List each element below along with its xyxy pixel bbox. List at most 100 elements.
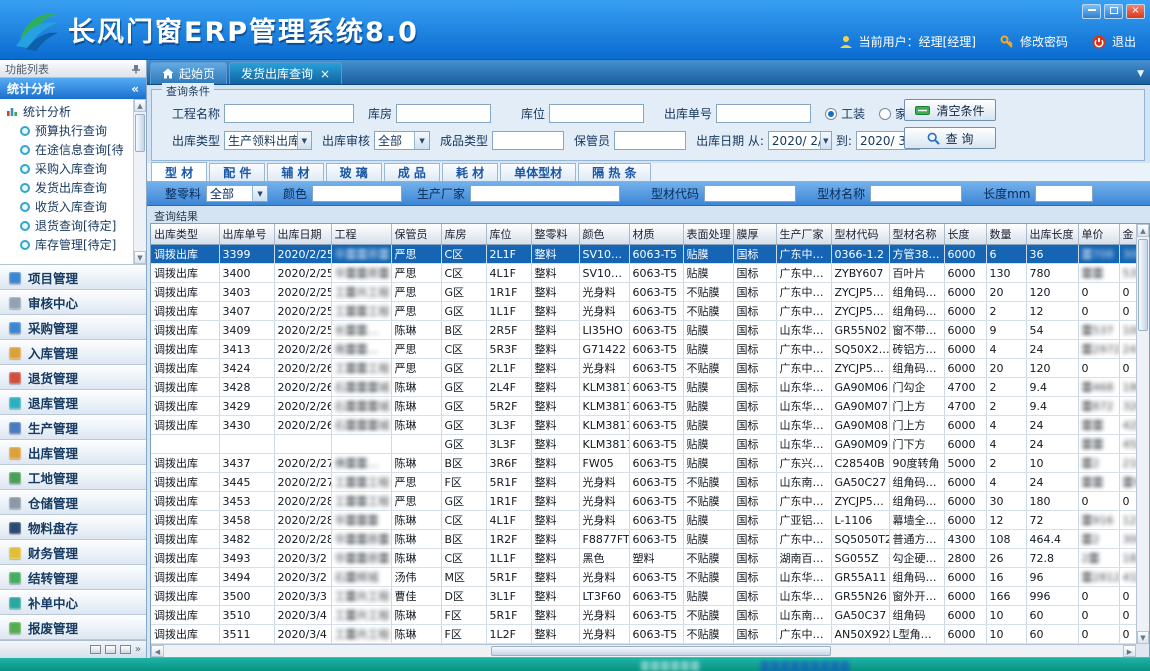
material-tab[interactable]: 耗 材: [442, 163, 498, 181]
column-header[interactable]: 材质: [629, 224, 683, 245]
sidebar-item-finance[interactable]: 财务管理: [0, 540, 146, 565]
column-header[interactable]: 膜厚: [733, 224, 776, 245]
column-header[interactable]: 颜色: [579, 224, 629, 245]
maximize-button[interactable]: [1104, 4, 1123, 19]
column-header[interactable]: 库位: [486, 224, 531, 245]
sidebar-item-audit[interactable]: 审核中心: [0, 290, 146, 315]
profile-code-input[interactable]: [704, 185, 796, 202]
sidebar-item-purchase[interactable]: 采购管理: [0, 315, 146, 340]
column-header[interactable]: 出库单号: [219, 224, 274, 245]
table-row[interactable]: 调拨出库34072020/2/25工〓〓工程严思G区1L1F整料光身料6063-…: [151, 302, 1149, 321]
tree-item[interactable]: 退货查询[待定]: [20, 216, 146, 235]
table-row[interactable]: 调拨出库34242020/2/26工〓〓工程严思G区2L1F整料光身料6063-…: [151, 359, 1149, 378]
panel-list-icon[interactable]: [105, 645, 116, 654]
table-row[interactable]: 调拨出库34032020/2/25工〓共工程严思G区1R1F整料光身料6063-…: [151, 283, 1149, 302]
date-from-select[interactable]: 2020/ 2/16▼: [768, 131, 832, 150]
table-row[interactable]: 调拨出库34582020/2/28华〓〓〓陈琳C区4L1F整料光身料6063-T…: [151, 511, 1149, 530]
tree-item[interactable]: 收货入库查询: [20, 197, 146, 216]
support-link[interactable]: 〓〓〓〓〓〓〓〓〓: [760, 658, 850, 671]
table-row[interactable]: 调拨出库34942020/3/2石〓辉城汤伟M区5R1F整料光身料6063-T5…: [151, 568, 1149, 587]
tree-root-item[interactable]: 统计分析: [6, 102, 146, 121]
sidebar-item-outbound[interactable]: 出库管理: [0, 440, 146, 465]
column-header[interactable]: 整零料: [531, 224, 579, 245]
column-header[interactable]: 表面处理: [683, 224, 733, 245]
sidebar-item-production[interactable]: 生产管理: [0, 415, 146, 440]
logout-link[interactable]: 退出: [1112, 33, 1136, 50]
close-button[interactable]: ×: [1126, 4, 1145, 19]
tab-close-icon[interactable]: ×: [320, 69, 330, 79]
order-no-input[interactable]: [716, 104, 811, 123]
table-row[interactable]: 调拨出库34532020/2/28工〓〓工程严思G区1R1F整料光身料6063-…: [151, 492, 1149, 511]
whole-part-select[interactable]: 全部▼: [206, 185, 268, 202]
tree-item[interactable]: 采购入库查询: [20, 159, 146, 178]
table-row[interactable]: 调拨出库34002020/2/25华〓〓原〓严思C区4L1F整料SV10…606…: [151, 264, 1149, 283]
table-row[interactable]: 调拨出库34932020/3/2华〓〓原〓陈琳C区1L1F整料黑色塑料不贴膜国标…: [151, 549, 1149, 568]
table-row[interactable]: 调拨出库33992020/2/25华〓〓原〓严思C区2L1F整料SV10…606…: [151, 245, 1149, 264]
tab-overflow-icon[interactable]: ▼: [1137, 69, 1144, 79]
tab-home[interactable]: 起始页: [150, 62, 227, 84]
table-row[interactable]: 调拨出库34452020/2/27工〓〓工程严思F区5R1F整料光身料6063-…: [151, 473, 1149, 492]
manufacturer-input[interactable]: [470, 185, 620, 202]
scroll-left-icon[interactable]: ◀: [151, 645, 164, 657]
tree-scrollbar[interactable]: ▲ ▼: [133, 99, 146, 264]
material-tab[interactable]: 型 材: [151, 162, 207, 181]
search-button[interactable]: 查 询: [904, 127, 996, 149]
material-tab[interactable]: 玻 璃: [326, 163, 382, 181]
more-options-icon[interactable]: »: [135, 644, 141, 655]
project-name-input[interactable]: [224, 104, 354, 123]
radio-gongzhuang[interactable]: 工装: [825, 105, 865, 122]
table-row[interactable]: 调拨出库35112020/3/4工〓共工程陈琳F区1L2F整料光身料6063-T…: [151, 625, 1149, 644]
clear-conditions-button[interactable]: 清空条件: [904, 99, 996, 121]
sidebar-item-inbound[interactable]: 入库管理: [0, 340, 146, 365]
column-header[interactable]: 生产厂家: [776, 224, 831, 245]
column-header[interactable]: 出库日期: [274, 224, 331, 245]
material-tab[interactable]: 成 品: [384, 163, 440, 181]
column-header[interactable]: 长度: [944, 224, 986, 245]
sidebar-item-inventory[interactable]: 物料盘存: [0, 515, 146, 540]
sidebar-section-header[interactable]: 统计分析 «: [0, 78, 146, 99]
length-input[interactable]: [1035, 185, 1093, 202]
column-header[interactable]: 单价: [1078, 224, 1119, 245]
material-tab[interactable]: 单体型材: [500, 163, 576, 181]
material-tab[interactable]: 隔 热 条: [578, 163, 650, 181]
column-header[interactable]: 型材名称: [889, 224, 944, 245]
tree-item[interactable]: 发货出库查询: [20, 178, 146, 197]
panel-view-icon[interactable]: [90, 645, 101, 654]
table-row[interactable]: 调拨出库35102020/3/4工〓共工程陈琳F区5R1F整料光身料6063-T…: [151, 606, 1149, 625]
sidebar-item-site[interactable]: 工地管理: [0, 465, 146, 490]
table-vscrollbar[interactable]: ▲ ▼: [1136, 224, 1149, 644]
profile-name-input[interactable]: [870, 185, 962, 202]
out-type-select[interactable]: 生产领料出库▼: [224, 131, 312, 150]
audit-select[interactable]: 全部▼: [374, 131, 430, 150]
pin-icon[interactable]: [131, 64, 141, 74]
vscroll-thumb[interactable]: [1138, 239, 1148, 331]
product-type-input[interactable]: [492, 131, 564, 150]
table-row[interactable]: 调拨出库34292020/2/26石〓〓〓城陈琳G区5R2F整料KLM38176…: [151, 397, 1149, 416]
hscroll-thumb[interactable]: [491, 646, 831, 656]
table-row[interactable]: G区3L3F整料KLM38176063-T5贴膜国标山东华…GA90M09…门下…: [151, 435, 1149, 454]
material-tab[interactable]: 配 件: [209, 163, 265, 181]
scroll-up-icon[interactable]: ▲: [1137, 224, 1149, 237]
column-header[interactable]: 数量: [986, 224, 1026, 245]
table-row[interactable]: 调拨出库34302020/2/26石〓〓〓城陈琳G区3L3F整料KLM38176…: [151, 416, 1149, 435]
material-tab[interactable]: 辅 材: [267, 163, 323, 181]
table-row[interactable]: 调拨出库34132020/2/26南〓〓…严思C区5R3F整料G71422606…: [151, 340, 1149, 359]
scroll-down-icon[interactable]: ▼: [1137, 631, 1149, 644]
table-hscrollbar[interactable]: ◀ ▶: [151, 644, 1136, 657]
sidebar-item-reorder[interactable]: 补单中心: [0, 590, 146, 615]
table-row[interactable]: 调拨出库34282020/2/26石〓〓〓城陈琳G区2L4F整料KLM38176…: [151, 378, 1149, 397]
scroll-right-icon[interactable]: ▶: [1123, 645, 1136, 657]
column-header[interactable]: 型材代码: [831, 224, 889, 245]
sidebar-item-warehouse[interactable]: 仓储管理: [0, 490, 146, 515]
sidebar-item-returns[interactable]: 退货管理: [0, 365, 146, 390]
minimize-button[interactable]: [1082, 4, 1101, 19]
scroll-down-icon[interactable]: ▼: [134, 251, 146, 264]
tree-item[interactable]: 预算执行查询: [20, 121, 146, 140]
keeper-input[interactable]: [614, 131, 686, 150]
collapse-left-icon[interactable]: «: [131, 82, 139, 96]
panel-config-icon[interactable]: [120, 645, 131, 654]
table-row[interactable]: 调拨出库34822020/2/28华〓〓原〓陈琳B区1R2F整料F8877FT6…: [151, 530, 1149, 549]
scroll-up-icon[interactable]: ▲: [134, 99, 146, 112]
tree-item[interactable]: 在途信息查询[待: [20, 140, 146, 159]
table-row[interactable]: 调拨出库34372020/2/27佛〓〓…陈琳B区3R6F整料FW056063-…: [151, 454, 1149, 473]
